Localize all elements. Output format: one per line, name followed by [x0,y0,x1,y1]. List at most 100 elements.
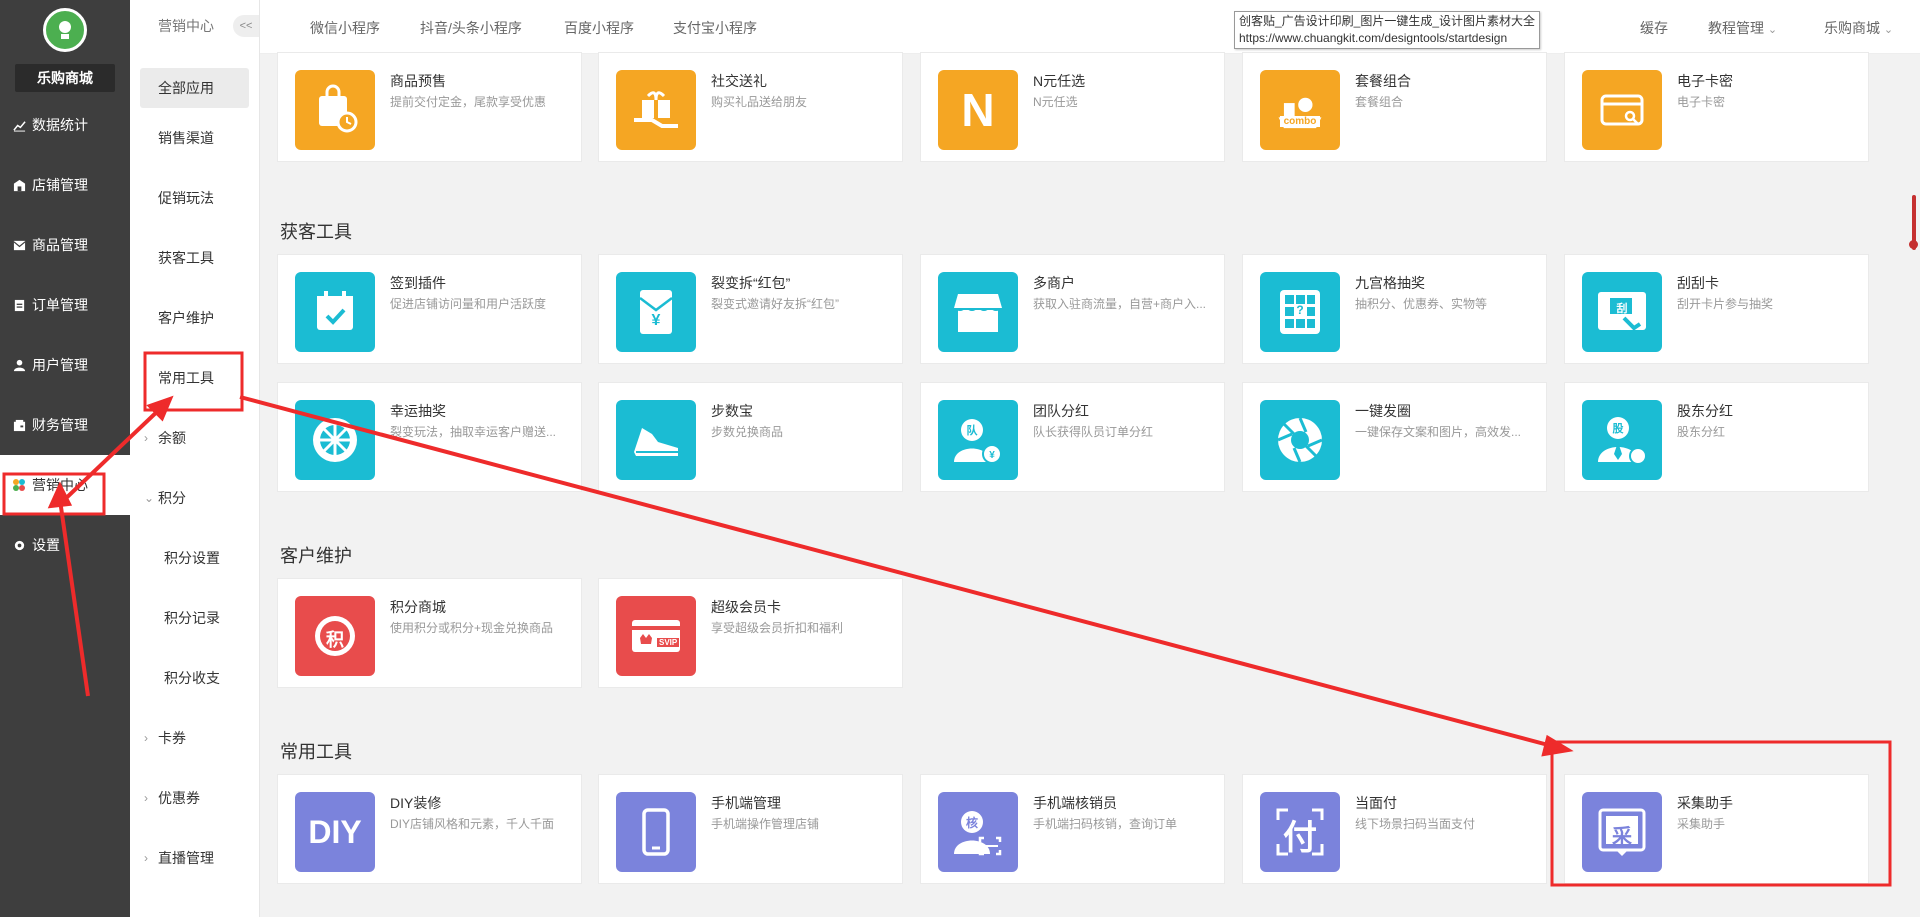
sidebar-item-label: 订单管理 [32,297,88,313]
submenu-group-points[interactable]: ⌄ 积分 [130,468,259,528]
sidebar-item-label: 营销中心 [32,477,88,493]
icon-glyph: 刮 [1616,303,1628,315]
collapse-button[interactable]: << [233,15,259,37]
app-card-title: 幸运抽奖 [390,403,446,419]
verifier-icon: 核 [938,792,1018,872]
points-mall-icon: 积 [295,596,375,676]
tab-wechat-miniprogram[interactable]: 微信小程序 [310,18,380,38]
chevron-right-icon: › [144,791,148,805]
app-card-scratch-card[interactable]: 刮 刮刮卡 刮开卡片参与抽奖 [1564,254,1869,364]
tab-douyin-miniprogram[interactable]: 抖音/头条小程序 [420,18,522,38]
sidebar-item-data-stats[interactable]: 数据统计 [0,95,130,155]
submenu-title: 营销中心 [158,18,214,34]
submenu-item-points-records[interactable]: 积分记录 [130,588,259,648]
app-card-checkin[interactable]: 签到插件 促进店铺访问量和用户活跃度 [277,254,582,364]
sidebar-item-finance[interactable]: 财务管理 [0,395,130,455]
submenu-group-live[interactable]: › 直播管理 [130,828,259,888]
grid-lottery-icon: ? [1260,272,1340,352]
sidebar-item-goods[interactable]: 商品管理 [0,215,130,275]
app-card-diy[interactable]: DIY DIY装修 DIY店铺风格和元素，千人千面 [277,774,582,884]
app-card-title: 超级会员卡 [711,599,781,615]
app-card-team-dividend[interactable]: ¥ 队 团队分红 队长获得队员订单分红 [920,382,1225,492]
submenu-group-coupons[interactable]: › 优惠券 [130,768,259,828]
icon-glyph: SVIP [657,638,680,647]
submenu-item-sales-channel[interactable]: 销售渠道 [130,108,259,168]
submenu-group-balance[interactable]: › 余额 [130,408,259,468]
shopping-bag-clock-icon [295,70,375,150]
app-card-multi-merchant[interactable]: 多商户 获取入驻商流量，自营+商户入... [920,254,1225,364]
submenu-item-common-tools[interactable]: 常用工具 [130,348,259,408]
submenu-item-points-balance[interactable]: 积分收支 [130,648,259,708]
wheel-icon [295,400,375,480]
app-card-desc: 裂变玩法，抽取幸运客户赠送... [390,425,557,439]
submenu-item-points-settings[interactable]: 积分设置 [130,528,259,588]
app-card-points-mall[interactable]: 积 积分商城 使用积分或积分+现金兑换商品 [277,578,582,688]
icon-glyph: 股 [1612,423,1624,435]
app-card-title: 多商户 [1033,275,1075,291]
app-card-title: N元任选 [1033,73,1086,89]
submenu-group-cards[interactable]: › 卡券 [130,708,259,768]
submenu-item-acquire[interactable]: 获客工具 [130,228,259,288]
sidebar-item-settings[interactable]: 设置 [0,515,130,575]
app-card-presale[interactable]: 商品预售 提前交付定金，尾款享受优惠 [277,52,582,162]
app-card-svip[interactable]: SVIP 超级会员卡 享受超级会员折扣和福利 [598,578,903,688]
app-card-desc: 线下场景扫码当面支付 [1355,817,1476,831]
icon-glyph: N [961,84,995,136]
app-card-mobile-verifier[interactable]: 核 手机端核销员 手机端扫码核销，查询订单 [920,774,1225,884]
colorful-dots-icon [12,478,26,492]
app-card-one-click-moments[interactable]: 一键发圈 一键保存文案和图片，高效发... [1242,382,1547,492]
sidebar-item-store[interactable]: 店铺管理 [0,155,130,215]
tutorial-menu[interactable]: 教程管理 ⌄ [1708,18,1777,38]
app-card-collect-assistant[interactable]: 采 采集助手 采集助手 [1564,774,1869,884]
store-icon [12,178,26,192]
tooltip-title: 创客贴_广告设计印刷_图片一键生成_设计图片素材大全 [1239,14,1536,28]
app-card-grid-lottery[interactable]: ? 九宫格抽奖 抽积分、优惠券、实物等 [1242,254,1547,364]
app-grid: 商品预售 提前交付定金，尾款享受优惠 社交送礼 购买礼品送给朋友 N N元任选 … [260,52,1900,917]
app-card-title: 电子卡密 [1677,73,1733,89]
submenu-item-promotion[interactable]: 促销玩法 [130,168,259,228]
main-sidebar: 乐购商城 数据统计 店铺管理 商品管理 订单管理 用户管理 财务管理 营销中心 … [0,0,130,917]
sidebar-item-orders[interactable]: 订单管理 [0,275,130,335]
app-card-step-treasure[interactable]: 步数宝 步数兑换商品 [598,382,903,492]
icon-glyph: 队 [966,425,978,437]
sidebar-item-marketing[interactable]: 营销中心 [0,455,130,515]
card-key-icon [1582,70,1662,150]
shop-switcher[interactable]: 乐购商城 ⌄ [1824,18,1893,38]
app-card-lucky-draw[interactable]: 幸运抽奖 裂变玩法，抽取幸运客户赠送... [277,382,582,492]
gift-hand-icon [616,70,696,150]
chevron-down-icon: ⌄ [1883,24,1894,36]
app-card-shareholder-dividend[interactable]: 股 股东分红 股东分红 [1564,382,1869,492]
app-card-desc: 一键保存文案和图片，高效发... [1355,425,1522,439]
chevron-right-icon: › [144,731,148,745]
app-card-title: 步数宝 [711,403,753,419]
wallet-icon [12,418,26,432]
tab-baidu-miniprogram[interactable]: 百度小程序 [564,18,634,38]
scrollbar[interactable] [1900,54,1920,917]
chevron-down-icon: ⌄ [1767,24,1778,36]
mobile-phone-icon [616,792,696,872]
shop-switcher-label: 乐购商城 [1824,20,1880,36]
app-card-desc: 享受超级会员折扣和福利 [711,621,844,635]
submenu-group-label: 直播管理 [158,850,214,866]
app-card-social-gift[interactable]: 社交送礼 购买礼品送给朋友 [598,52,903,162]
app-card-desc: 队长获得队员订单分红 [1033,425,1154,439]
app-card-mobile-manage[interactable]: 手机端管理 手机端操作管理店铺 [598,774,903,884]
cache-link[interactable]: 缓存 [1640,18,1668,38]
scrollbar-knob [1909,240,1918,249]
app-card-ecard[interactable]: 电子卡密 电子卡密 [1564,52,1869,162]
tab-alipay-miniprogram[interactable]: 支付宝小程序 [673,18,757,38]
app-card-n-choice[interactable]: N N元任选 N元任选 [920,52,1225,162]
sidebar-item-users[interactable]: 用户管理 [0,335,130,395]
submenu-group-label: 余额 [158,430,186,446]
app-card-desc: 抽积分、优惠券、实物等 [1355,297,1488,311]
submenu-item-all-apps[interactable]: 全部应用 [140,68,249,108]
app-card-title: 采集助手 [1677,795,1733,811]
app-card-title: 刮刮卡 [1677,275,1719,291]
app-card-combo[interactable]: combo 套餐组合 套餐组合 [1242,52,1547,162]
submenu-header: 营销中心 << [130,0,259,52]
shop-logo[interactable] [43,8,87,52]
app-card-face-pay[interactable]: 付 当面付 线下场景扫码当面支付 [1242,774,1547,884]
submenu-item-retention[interactable]: 客户维护 [130,288,259,348]
app-card-desc: 采集助手 [1677,817,1726,831]
app-card-fission-redpacket[interactable]: ¥ 裂变拆“红包” 裂变式邀请好友拆“红包” [598,254,903,364]
